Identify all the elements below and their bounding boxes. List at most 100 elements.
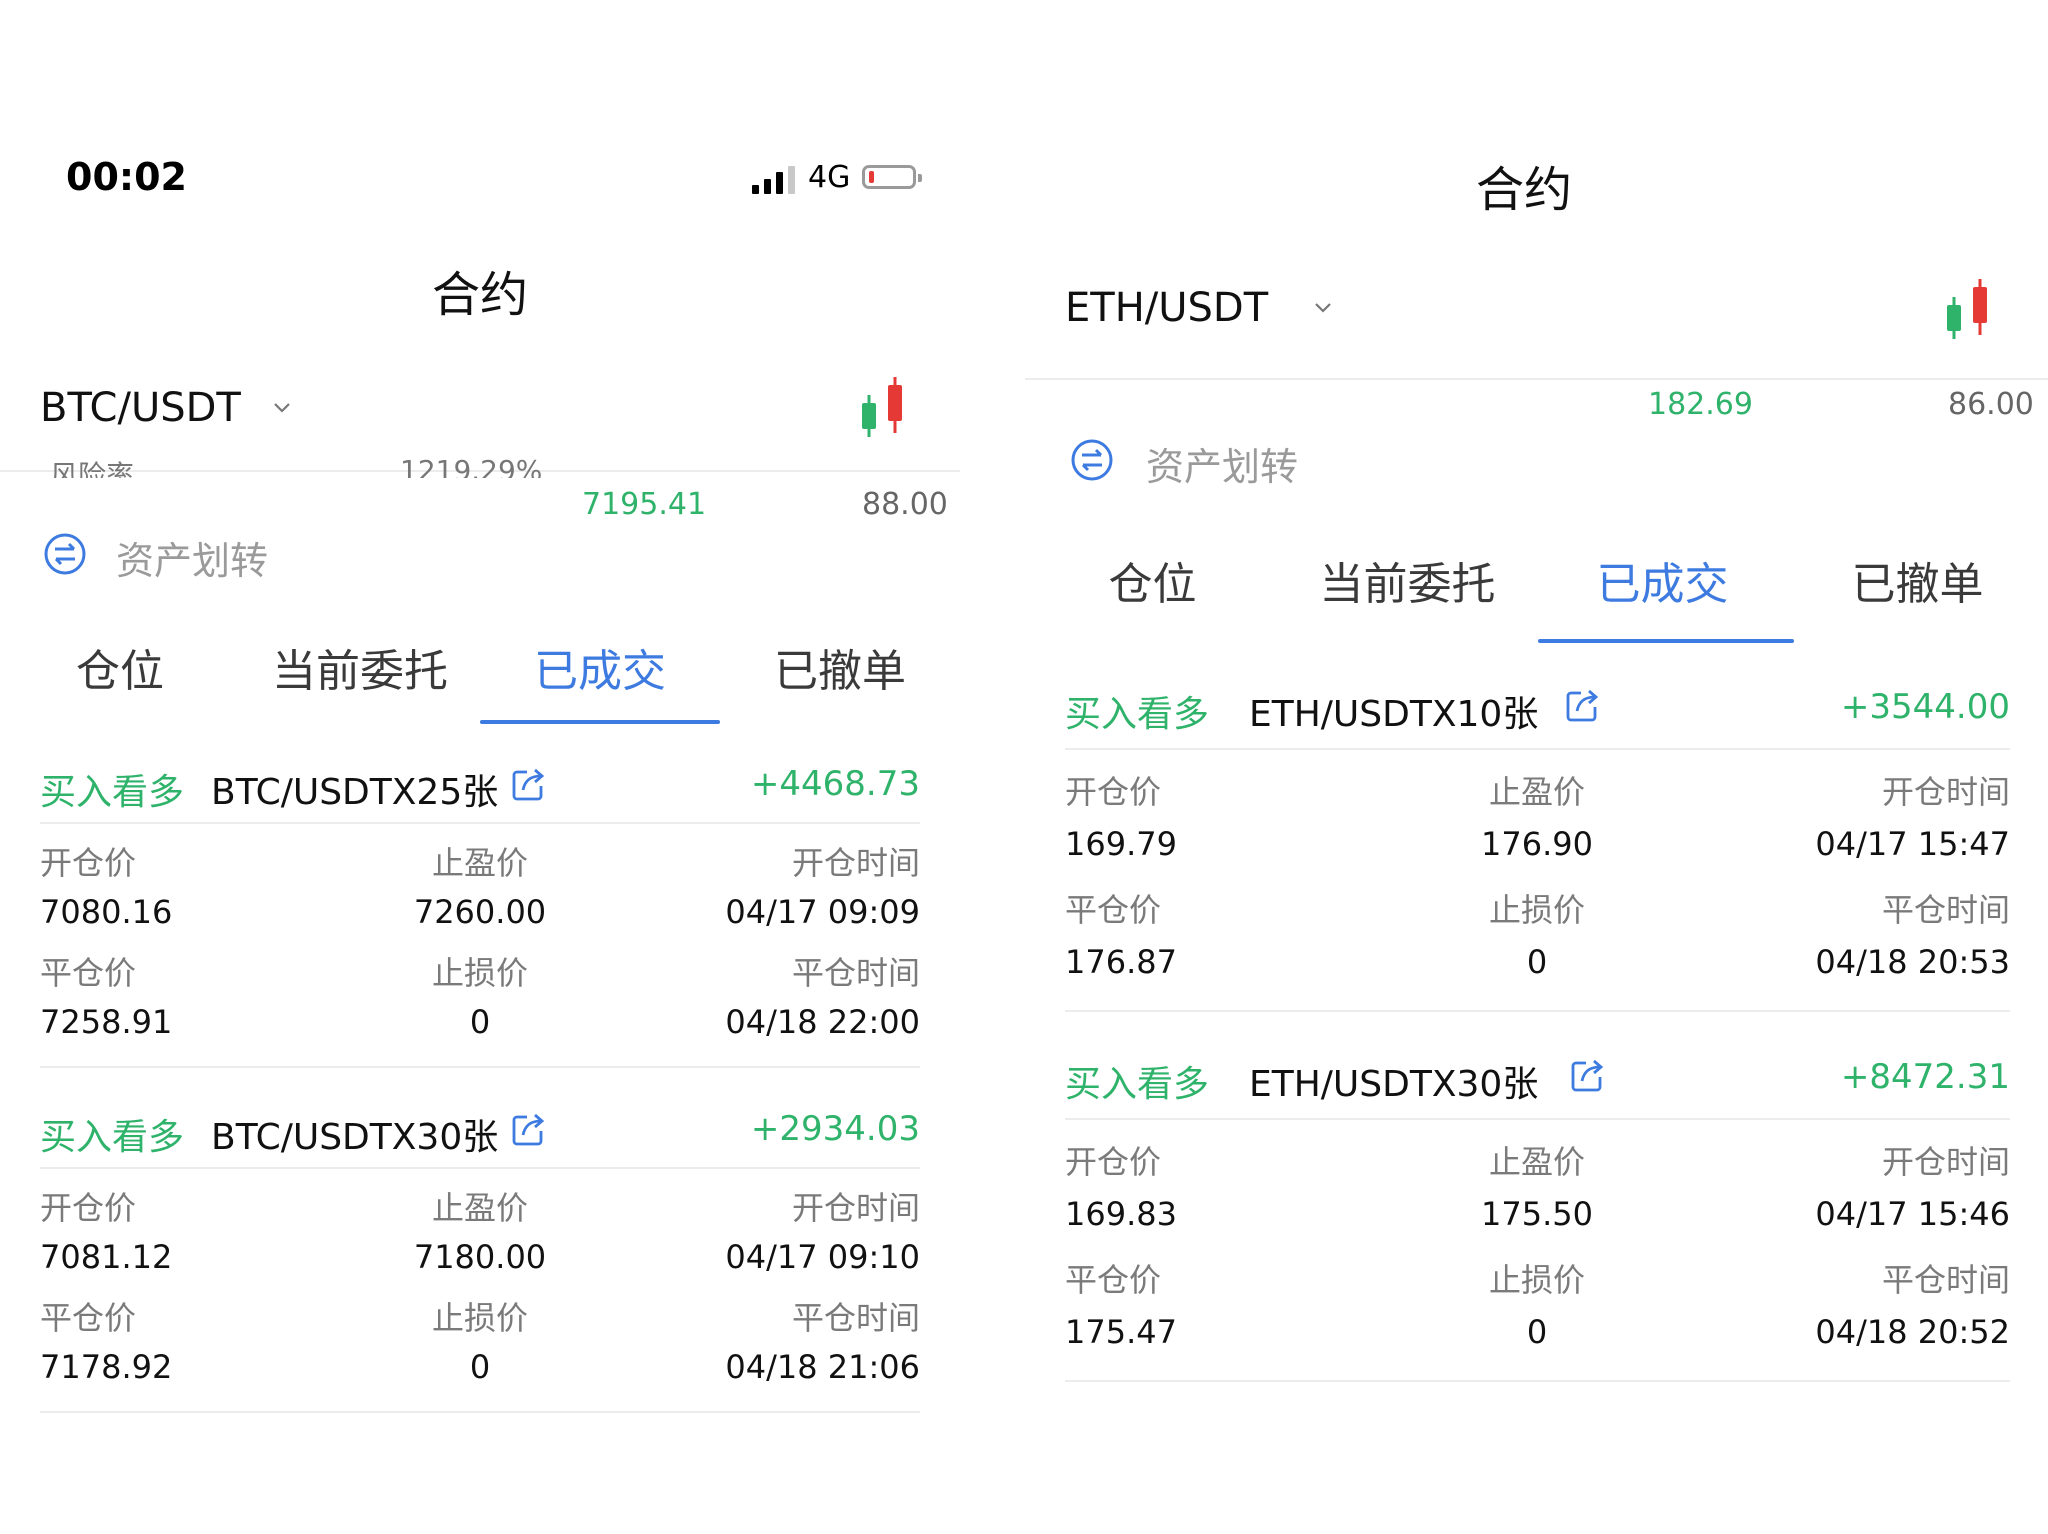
open-price-value: 169.79: [1065, 825, 1177, 863]
close-price-label: 平仓价: [1065, 891, 1162, 929]
trade-direction: 买入看多: [1065, 694, 1210, 735]
trade-card[interactable]: 买入看多 ETH/USDTX30张 +8472.31 开仓价 止盈价 开仓时间 …: [1000, 1045, 2048, 1385]
trade-contract: BTC/USDTX25张: [211, 772, 499, 813]
take-profit-value: 7180.00: [413, 1238, 547, 1276]
tab-open-orders[interactable]: 当前委托: [240, 635, 480, 699]
open-time-label: 开仓时间: [1881, 1143, 2010, 1181]
trade-card[interactable]: 买入看多 BTC/USDTX25张 +4468.73 开仓价 止盈价 开仓时间 …: [0, 750, 960, 1070]
close-price-value: 7258.91: [40, 1003, 173, 1041]
card-divider: [1065, 1118, 2010, 1120]
pair-selector[interactable]: BTC/USDT: [40, 385, 241, 431]
left-screenshot: 00:02 4G 合约 BTC/USDT 风险率 1219.29% 7195.4…: [0, 0, 1000, 1534]
close-time-value: 04/18 20:53: [1815, 943, 2010, 981]
take-profit-label: 止盈价: [431, 844, 528, 882]
trade-pnl: +8472.31: [1840, 1057, 2010, 1097]
open-time-label: 开仓时间: [791, 1189, 920, 1227]
close-time-value: 04/18 22:00: [725, 1003, 920, 1041]
close-price-value: 175.47: [1065, 1313, 1177, 1351]
risk-row-partial: 风险率 1219.29%: [0, 440, 960, 478]
trade-direction: 买入看多: [1065, 1064, 1210, 1105]
tab-filled[interactable]: 已成交: [480, 635, 720, 699]
close-time-label: 平仓时间: [791, 1299, 920, 1337]
tab-cancelled[interactable]: 已撤单: [720, 635, 960, 699]
close-time-label: 平仓时间: [1881, 1261, 2010, 1299]
chevron-down-icon[interactable]: [272, 398, 292, 418]
transfer-icon[interactable]: [43, 532, 87, 576]
status-time: 00:02: [66, 155, 187, 199]
card-divider: [1065, 1380, 2010, 1382]
right-screenshot: 合约 ETH/USDT 182.69 86.00 资产划转 仓位 当前委托 已成…: [1000, 0, 2048, 1534]
tab-positions[interactable]: 仓位: [0, 635, 240, 699]
stop-loss-label: 止损价: [431, 954, 528, 992]
stop-loss-value: 0: [469, 1003, 491, 1041]
close-price-label: 平仓价: [40, 954, 137, 992]
trade-pnl: +4468.73: [750, 764, 920, 804]
open-time-value: 04/17 09:09: [725, 893, 920, 931]
tab-active-indicator: [1538, 639, 1794, 643]
transfer-icon[interactable]: [1070, 438, 1114, 482]
trade-pnl: +3544.00: [1840, 687, 2010, 727]
stop-loss-label: 止损价: [1488, 1261, 1585, 1299]
tab-positions[interactable]: 仓位: [1025, 548, 1280, 612]
chevron-down-icon[interactable]: [1313, 298, 1333, 318]
close-price-value: 176.87: [1065, 943, 1177, 981]
open-time-label: 开仓时间: [791, 844, 920, 882]
open-time-value: 04/17 15:46: [1815, 1195, 2010, 1233]
open-price-label: 开仓价: [40, 844, 137, 882]
close-price-label: 平仓价: [40, 1299, 137, 1337]
header-divider: [1025, 378, 2048, 380]
card-divider: [40, 1411, 920, 1413]
share-icon[interactable]: [1563, 687, 1601, 725]
trade-contract: ETH/USDTX30张: [1249, 1064, 1539, 1105]
asset-transfer-link[interactable]: 资产划转: [1146, 436, 1298, 491]
stat-green-value: 7195.41: [582, 487, 707, 522]
tab-open-orders[interactable]: 当前委托: [1280, 548, 1535, 612]
share-icon[interactable]: [509, 766, 547, 804]
stop-loss-label: 止损价: [431, 1299, 528, 1337]
asset-transfer-link[interactable]: 资产划转: [116, 530, 268, 585]
trade-contract: ETH/USDTX10张: [1249, 694, 1539, 735]
page-title: 合约: [1475, 162, 1572, 218]
trade-direction: 买入看多: [40, 772, 185, 813]
share-icon[interactable]: [509, 1111, 547, 1149]
card-divider: [40, 822, 920, 824]
trade-pnl: +2934.03: [750, 1109, 920, 1149]
trade-card[interactable]: 买入看多 BTC/USDTX30张 +2934.03 开仓价 止盈价 开仓时间 …: [0, 1095, 960, 1415]
close-time-value: 04/18 20:52: [1815, 1313, 2010, 1351]
take-profit-value: 176.90: [1481, 825, 1593, 863]
card-divider: [40, 1066, 920, 1068]
stat-gray-value: 86.00: [1948, 387, 2034, 422]
stat-green-value: 182.69: [1648, 387, 1753, 422]
tab-filled[interactable]: 已成交: [1535, 548, 1790, 612]
trade-card[interactable]: 买入看多 ETH/USDTX10张 +3544.00 开仓价 止盈价 开仓时间 …: [1000, 675, 2048, 1015]
tab-cancelled[interactable]: 已撤单: [1790, 548, 2045, 612]
pair-selector[interactable]: ETH/USDT: [1065, 285, 1268, 331]
take-profit-label: 止盈价: [1488, 773, 1585, 811]
stop-loss-label: 止损价: [1488, 891, 1585, 929]
card-divider: [1065, 1010, 2010, 1012]
trade-contract: BTC/USDTX30张: [211, 1117, 499, 1158]
stat-gray-value: 88.00: [862, 487, 948, 522]
stop-loss-value: 0: [469, 1348, 491, 1386]
open-price-value: 169.83: [1065, 1195, 1177, 1233]
open-time-label: 开仓时间: [1881, 773, 2010, 811]
card-divider: [1065, 748, 2010, 750]
close-time-value: 04/18 21:06: [725, 1348, 920, 1386]
risk-value: 1219.29%: [400, 454, 543, 478]
battery-icon: [862, 165, 922, 189]
take-profit-label: 止盈价: [1488, 1143, 1585, 1181]
network-type: 4G: [808, 160, 851, 195]
share-icon[interactable]: [1568, 1057, 1606, 1095]
open-price-value: 7080.16: [40, 893, 173, 931]
close-price-value: 7178.92: [40, 1348, 173, 1386]
tab-active-indicator: [480, 720, 720, 724]
take-profit-value: 175.50: [1481, 1195, 1593, 1233]
candlestick-chart-icon[interactable]: [1940, 277, 2004, 341]
stop-loss-value: 0: [1526, 943, 1548, 981]
stop-loss-value: 0: [1526, 1313, 1548, 1351]
risk-label: 风险率: [50, 459, 135, 478]
trade-direction: 买入看多: [40, 1117, 185, 1158]
open-price-label: 开仓价: [1065, 1143, 1162, 1181]
candlestick-chart-icon[interactable]: [855, 375, 919, 439]
open-price-value: 7081.12: [40, 1238, 173, 1276]
